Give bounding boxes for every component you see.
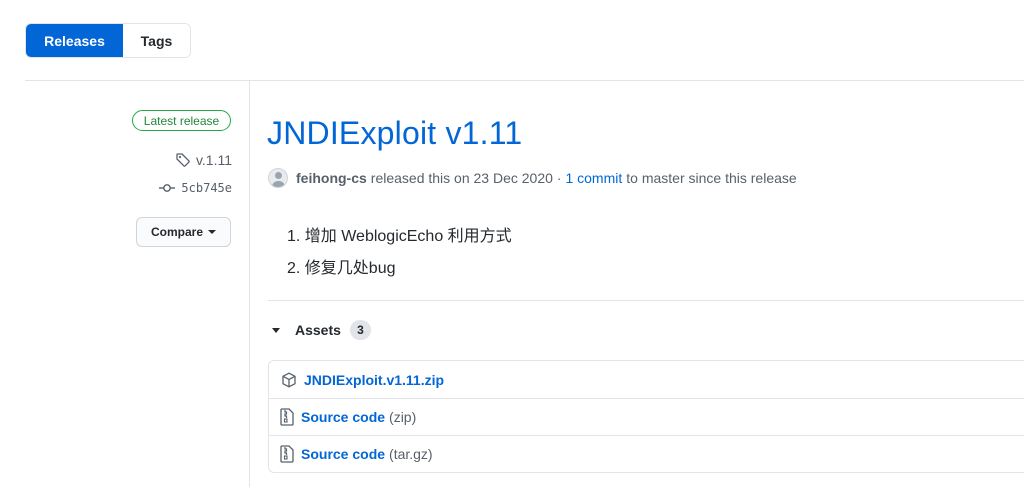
- tab-releases[interactable]: Releases: [26, 24, 123, 57]
- tag-icon: [176, 153, 190, 167]
- release-meta: feihong-cs released this on 23 Dec 2020 …: [268, 168, 797, 188]
- author-link[interactable]: feihong-cs: [296, 170, 367, 186]
- asset-list: JNDIExploit.v1.11.zip Source code (zip) …: [268, 360, 1024, 473]
- asset-row-source-zip[interactable]: Source code (zip): [269, 398, 1024, 435]
- compare-button[interactable]: Compare: [136, 217, 231, 247]
- tab-tags[interactable]: Tags: [123, 24, 190, 57]
- latest-release-badge: Latest release: [132, 110, 231, 131]
- note-number: 1.: [287, 228, 305, 245]
- avatar[interactable]: [268, 168, 288, 188]
- compare-label: Compare: [150, 225, 203, 239]
- chevron-down-icon: [208, 230, 216, 234]
- released-text: released this on 23 Dec 2020 ·: [370, 170, 562, 186]
- since-text: to master since this release: [626, 170, 797, 186]
- release-title[interactable]: JNDIExploit v1.11: [267, 115, 522, 152]
- asset-row-zip[interactable]: JNDIExploit.v1.11.zip: [269, 361, 1024, 398]
- asset-format: (zip): [389, 409, 417, 425]
- tag-label: v.1.11: [195, 152, 232, 168]
- note-text: 增加 WeblogicEcho 利用方式: [304, 228, 512, 245]
- asset-link[interactable]: Source code: [301, 409, 385, 425]
- note-number: 2.: [287, 260, 305, 277]
- release-commit[interactable]: 5cb745e: [158, 181, 232, 195]
- asset-link[interactable]: Source code: [301, 446, 385, 462]
- asset-link[interactable]: JNDIExploit.v1.11.zip: [304, 372, 444, 388]
- file-zip-icon: [280, 445, 294, 463]
- file-zip-icon: [280, 408, 294, 426]
- commit-count-link[interactable]: 1 commit: [565, 170, 622, 186]
- package-icon: [282, 372, 296, 387]
- assets-heading: Assets: [295, 322, 341, 338]
- release-tag[interactable]: v.1.11: [175, 152, 232, 168]
- divider-top: [25, 80, 1024, 81]
- release-note-item: 1. 增加 WeblogicEcho 利用方式: [287, 221, 512, 253]
- divider-assets: [268, 300, 1024, 301]
- release-note-item: 2. 修复几处bug: [287, 253, 512, 285]
- commit-sha: 5cb745e: [181, 181, 232, 195]
- release-tabs: Releases Tags: [25, 23, 191, 58]
- assets-toggle[interactable]: Assets 3: [272, 320, 371, 340]
- asset-row-source-targz[interactable]: Source code (tar.gz): [269, 435, 1024, 472]
- git-commit-icon: [159, 184, 176, 192]
- asset-format: (tar.gz): [389, 446, 433, 462]
- sidebar-divider: [249, 81, 250, 487]
- note-text: 修复几处bug: [304, 260, 396, 277]
- triangle-down-icon: [272, 327, 280, 333]
- assets-count-badge: 3: [349, 320, 371, 340]
- release-notes: 1. 增加 WeblogicEcho 利用方式 2. 修复几处bug: [287, 221, 512, 285]
